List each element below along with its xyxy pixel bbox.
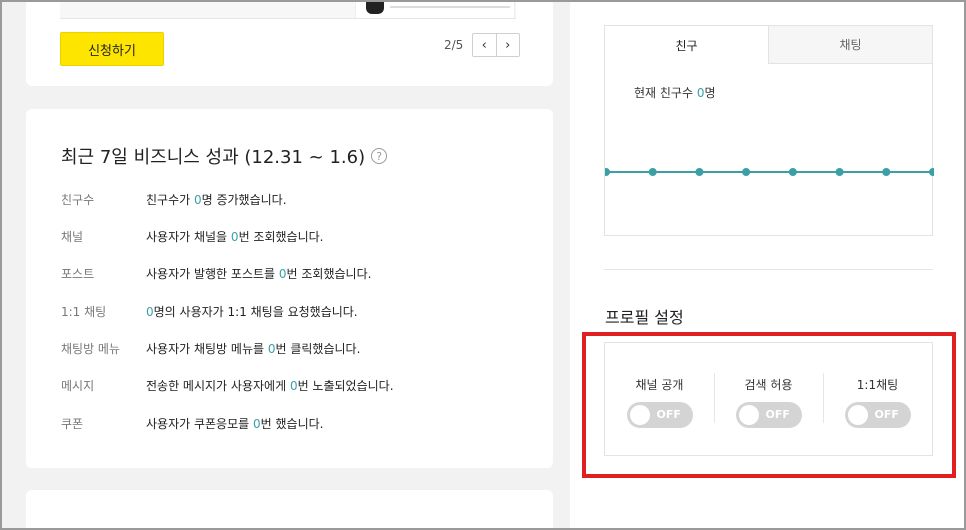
stat-text: 사용자가 채널을 0번 조회했습니다. — [146, 228, 323, 245]
data-point — [742, 168, 751, 176]
stat-number: 0 — [278, 267, 287, 281]
data-point — [788, 168, 797, 176]
stat-text-pre: 사용자가 쿠폰응모를 — [146, 417, 253, 431]
stat-text: 사용자가 쿠폰응모를 0번 했습니다. — [146, 415, 323, 432]
stat-text-pre: 전송한 메시지가 사용자에게 — [146, 379, 290, 393]
stat-text-post: 명 증가했습니다. — [201, 193, 287, 207]
stat-text-pre: 사용자가 채팅방 메뉴를 — [146, 342, 268, 356]
preview-badge-icon — [366, 2, 384, 14]
pager-controls: ‹ › — [472, 33, 520, 57]
stat-number: 0 — [193, 193, 202, 207]
stat-text-pre: 사용자가 발행한 포스트를 — [146, 267, 279, 281]
recommendation-card: 신청하기 2/5 ‹ › — [26, 2, 553, 86]
right-panel: 친구 채팅 현재 친구수 0명 프로필 설정 채널 공개 OFF 검색 허용 O… — [570, 2, 964, 528]
stat-label: 채팅방 메뉴 — [61, 342, 121, 356]
stat-row: 포스트 사용자가 발행한 포스트를 0번 조회했습니다. — [61, 265, 371, 282]
preview-image — [60, 2, 516, 19]
stat-text: 전송한 메시지가 사용자에게 0번 노출되었습니다. — [146, 377, 394, 394]
friends-count-post: 명 — [704, 86, 716, 100]
stat-label: 1:1 채팅 — [61, 305, 107, 319]
chevron-right-icon[interactable]: › — [497, 34, 520, 56]
data-point — [695, 168, 704, 176]
stat-label: 쿠폰 — [61, 417, 84, 431]
stat-text-post: 번 조회했습니다. — [238, 230, 324, 244]
data-point — [882, 168, 891, 176]
friends-line-chart — [605, 168, 934, 176]
preview-thumbnail — [355, 2, 515, 18]
stat-label: 친구수 — [61, 193, 95, 207]
pager-indicator: 2/5 — [444, 38, 464, 52]
data-point — [929, 168, 934, 176]
stat-row: 채팅방 메뉴 사용자가 채팅방 메뉴를 0번 클릭했습니다. — [61, 340, 360, 357]
stat-text: 사용자가 채팅방 메뉴를 0번 클릭했습니다. — [146, 340, 360, 357]
stat-number: 0 — [289, 379, 298, 393]
friends-count-text: 현재 친구수 0명 — [634, 84, 716, 101]
stat-row: 메시지 전송한 메시지가 사용자에게 0번 노출되었습니다. — [61, 377, 394, 394]
stat-text-pre: 친구수가 — [146, 193, 194, 207]
friends-chat-panel: 친구 채팅 현재 친구수 0명 — [604, 25, 934, 236]
friends-count-pre: 현재 친구수 — [634, 86, 697, 100]
stat-text-post: 번 했습니다. — [260, 417, 324, 431]
apply-button[interactable]: 신청하기 — [60, 32, 164, 66]
stat-text-post: 명의 사용자가 1:1 채팅을 요청했습니다. — [153, 305, 358, 319]
business-stats-card: 최근 7일 비즈니스 성과 (12.31 ~ 1.6) ? 친구수 친구수가 0명… — [26, 109, 553, 468]
stat-row: 쿠폰 사용자가 쿠폰응모를 0번 했습니다. — [61, 415, 323, 432]
stat-text: 0명의 사용자가 1:1 채팅을 요청했습니다. — [146, 303, 358, 320]
profile-settings-title: 프로필 설정 — [605, 308, 684, 327]
stat-number: 0 — [230, 230, 239, 244]
stat-text-post: 번 조회했습니다. — [286, 267, 372, 281]
next-card — [26, 490, 553, 528]
stat-row: 채널 사용자가 채널을 0번 조회했습니다. — [61, 228, 323, 245]
stat-text-post: 번 클릭했습니다. — [275, 342, 361, 356]
stat-text-pre: 사용자가 채널을 — [146, 230, 231, 244]
section-divider — [604, 269, 933, 270]
data-point — [605, 168, 610, 176]
help-icon[interactable]: ? — [371, 148, 388, 164]
stat-row: 1:1 채팅 0명의 사용자가 1:1 채팅을 요청했습니다. — [61, 303, 358, 320]
data-point — [835, 168, 844, 176]
stat-number: 0 — [253, 417, 261, 431]
chevron-left-icon[interactable]: ‹ — [473, 34, 497, 56]
stat-text: 사용자가 발행한 포스트를 0번 조회했습니다. — [146, 265, 371, 282]
stat-text: 친구수가 0명 증가했습니다. — [146, 191, 287, 208]
stat-label: 메시지 — [61, 379, 95, 393]
tab-chat[interactable]: 채팅 — [769, 26, 932, 64]
tab-friends[interactable]: 친구 — [605, 26, 769, 64]
tab-bar: 친구 채팅 — [605, 26, 932, 64]
stat-text-post: 번 노출되었습니다. — [297, 379, 394, 393]
data-point — [648, 168, 657, 176]
highlight-annotation-box — [582, 332, 956, 478]
left-panel: 신청하기 2/5 ‹ › 최근 7일 비즈니스 성과 (12.31 ~ 1.6)… — [2, 2, 570, 528]
screen-frame: 신청하기 2/5 ‹ › 최근 7일 비즈니스 성과 (12.31 ~ 1.6)… — [0, 0, 966, 530]
stats-title-text: 최근 7일 비즈니스 성과 (12.31 ~ 1.6) — [61, 147, 366, 168]
preview-text-lines — [390, 6, 510, 8]
stat-number: 0 — [146, 305, 154, 319]
stat-label: 채널 — [61, 230, 84, 244]
stat-row: 친구수 친구수가 0명 증가했습니다. — [61, 191, 287, 208]
stat-label: 포스트 — [61, 267, 95, 281]
stats-title: 최근 7일 비즈니스 성과 (12.31 ~ 1.6) ? — [61, 143, 388, 169]
stat-number: 0 — [267, 342, 276, 356]
